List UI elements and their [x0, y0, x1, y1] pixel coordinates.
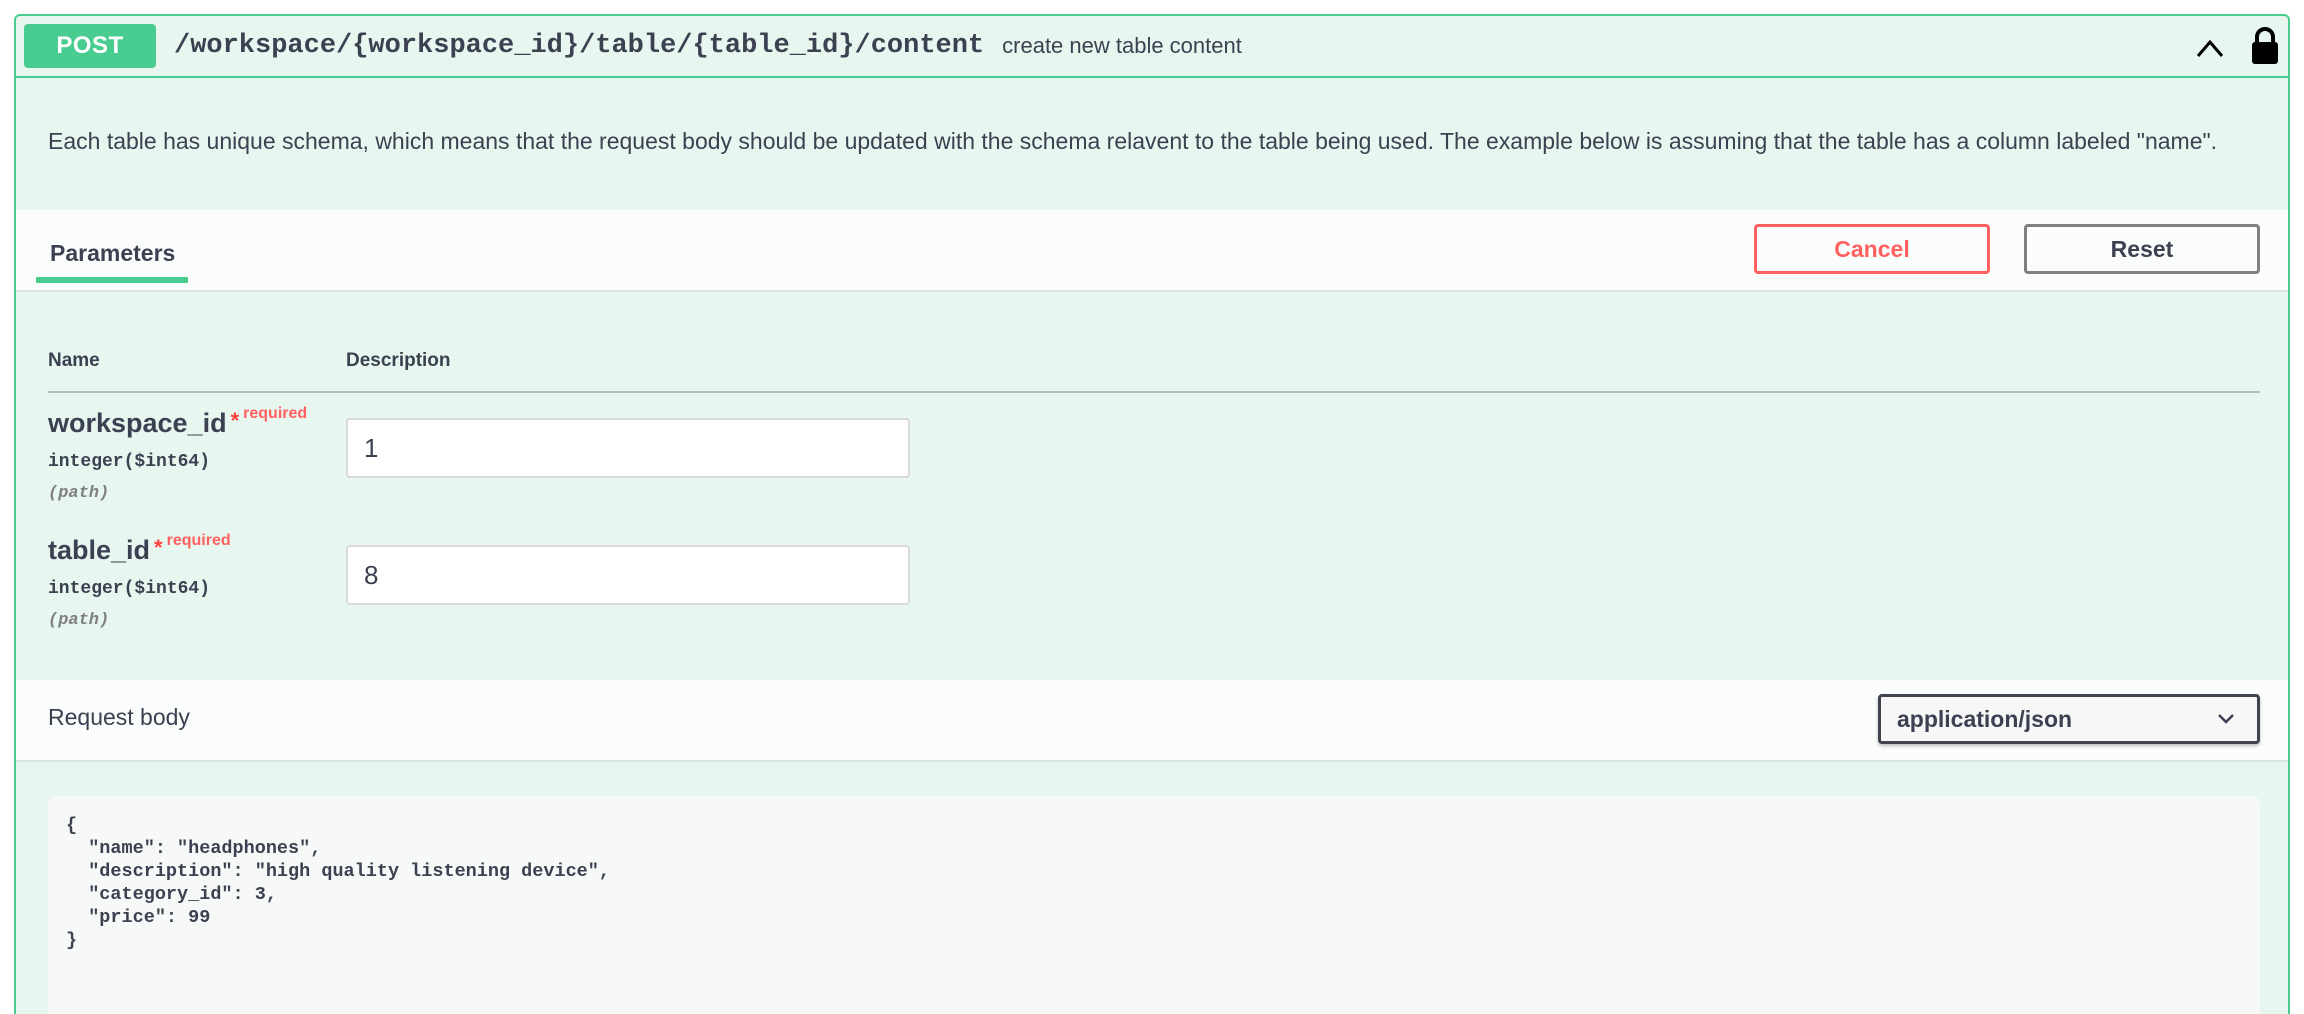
- param-type-text: integer: [48, 579, 124, 599]
- endpoint-summary: create new table content: [1002, 33, 1242, 58]
- param-format-text: ($int64): [123, 579, 211, 599]
- lock-icon[interactable]: [2250, 26, 2280, 66]
- tab-parameters[interactable]: Parameters: [50, 240, 175, 267]
- tab-active-indicator: [36, 277, 188, 283]
- chevron-up-icon[interactable]: [2196, 34, 2224, 62]
- chevron-down-icon: [2218, 714, 2234, 724]
- param-name-text: table_id: [48, 535, 151, 565]
- param-name-text: workspace_id: [48, 408, 227, 438]
- workspace-id-input[interactable]: [346, 418, 910, 478]
- table-id-input[interactable]: [346, 545, 910, 605]
- column-header-description: Description: [346, 350, 451, 371]
- method-badge: POST: [24, 24, 156, 68]
- column-header-name: Name: [48, 350, 100, 371]
- param-in-workspace-id: (path): [48, 484, 110, 503]
- param-type-workspace-id: integer($int64): [48, 452, 210, 472]
- operation-description: Each table has unique schema, which mean…: [48, 128, 2218, 154]
- cancel-button[interactable]: Cancel: [1754, 224, 1990, 274]
- opblock-post: POST /workspace/{workspace_id}/table/{ta…: [14, 14, 2290, 1014]
- required-label: required: [243, 405, 308, 422]
- column-divider: [48, 391, 2260, 393]
- param-name-workspace-id: workspace_id * required: [48, 405, 308, 439]
- opblock-summary[interactable]: POST /workspace/{workspace_id}/table/{ta…: [16, 16, 2288, 78]
- request-body-header: Request body application/json: [16, 680, 2288, 762]
- required-star: *: [154, 535, 163, 560]
- endpoint-path: /workspace/{workspace_id}/table/{table_i…: [174, 31, 985, 61]
- request-body-editor[interactable]: { "name": "headphones", "description": "…: [48, 796, 2260, 1014]
- param-format-text: ($int64): [123, 452, 211, 472]
- required-star: *: [230, 408, 240, 433]
- request-body-label: Request body: [48, 704, 190, 730]
- param-in-table-id: (path): [48, 611, 110, 630]
- param-type-table-id: integer($int64): [48, 579, 210, 599]
- param-type-text: integer: [48, 452, 124, 472]
- parameters-header: Parameters Cancel Reset: [16, 210, 2288, 292]
- reset-button[interactable]: Reset: [2024, 224, 2260, 274]
- content-type-select[interactable]: application/json: [1878, 694, 2260, 744]
- required-label: required: [166, 532, 231, 549]
- param-name-table-id: table_id * required: [48, 532, 231, 566]
- content-type-value: application/json: [1897, 705, 2073, 732]
